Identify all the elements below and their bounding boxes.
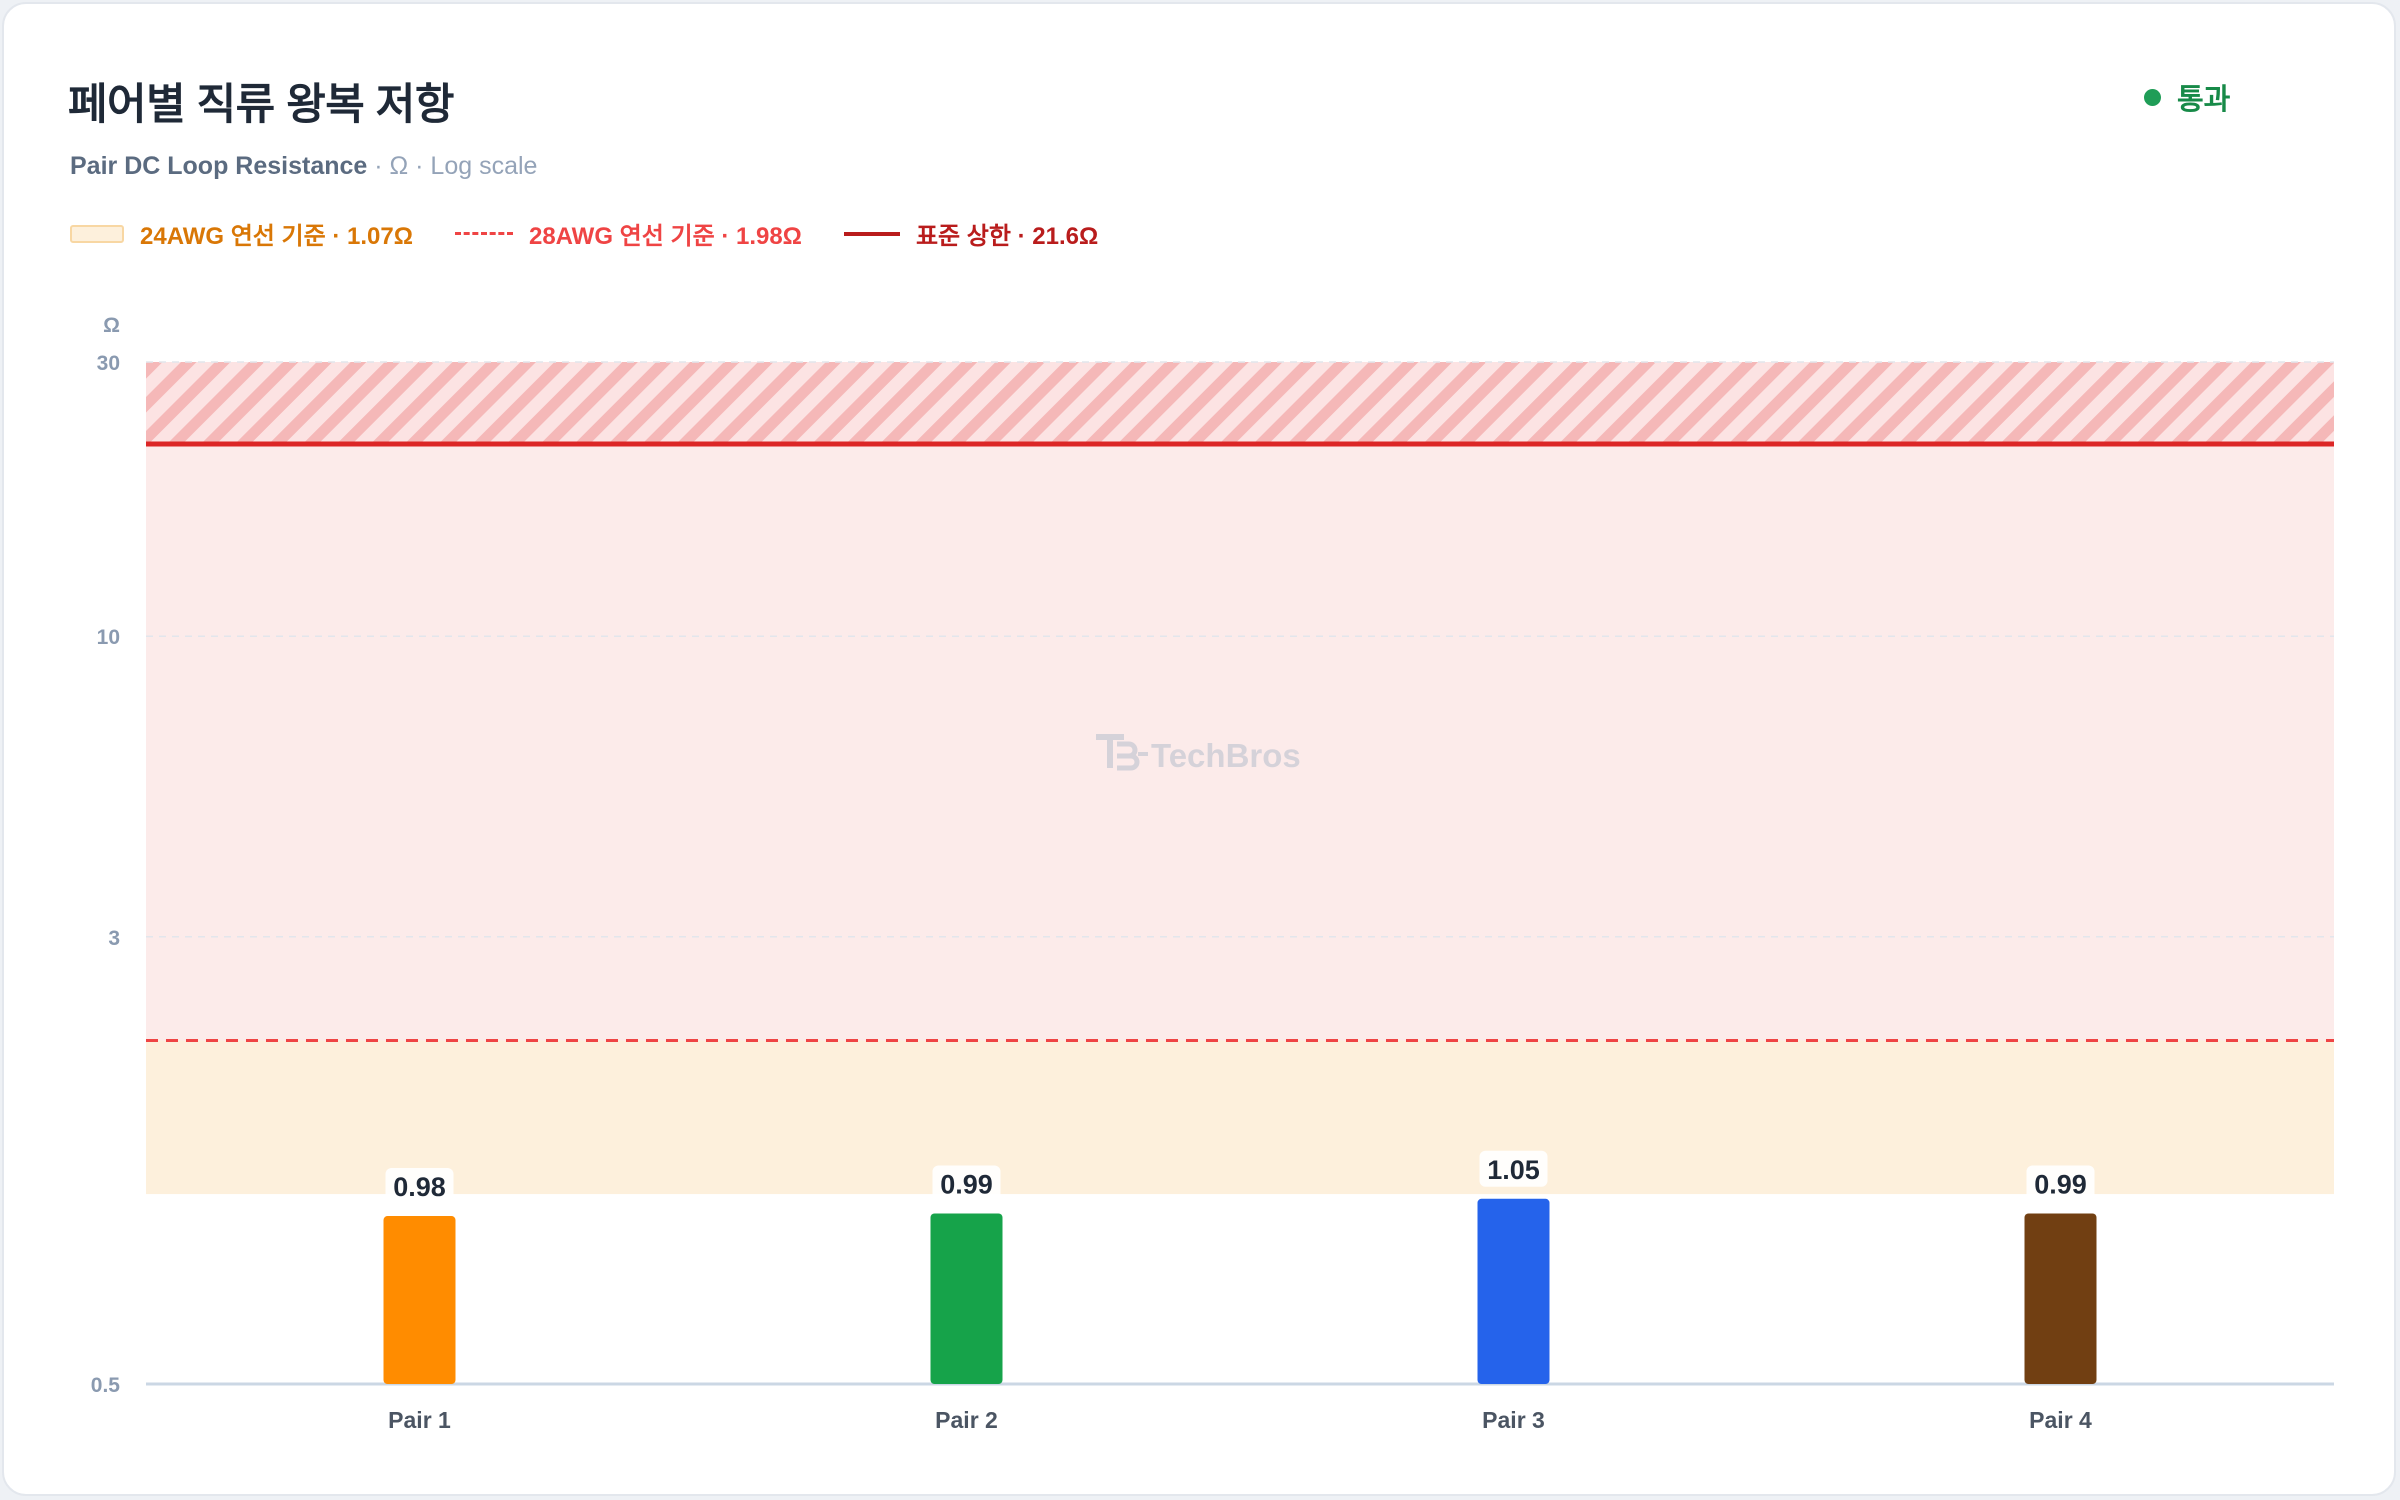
exceed-zone-band: [146, 362, 2334, 444]
y-tick-label: 3: [108, 927, 120, 950]
bar-pair-1: [383, 1216, 456, 1384]
y-tick-label: 0.5: [91, 1374, 121, 1397]
bar-pair-4: [2024, 1213, 2097, 1384]
bar-pair-2: [930, 1213, 1003, 1384]
data-label: 0.98: [393, 1172, 446, 1202]
y-axis-unit-label: Ω: [103, 314, 120, 337]
bar-pair-3: [1477, 1198, 1550, 1384]
awg24-zone-band: [146, 1040, 2334, 1195]
y-tick-label: 10: [97, 626, 120, 649]
x-tick-label: Pair 4: [2029, 1407, 2092, 1433]
y-tick-label: 30: [97, 352, 120, 375]
x-tick-label: Pair 1: [388, 1407, 451, 1433]
watermark-text: TechBros: [1151, 737, 1301, 774]
data-label: 0.99: [940, 1169, 993, 1199]
data-label: 0.99: [2034, 1169, 2087, 1199]
data-label: 1.05: [1487, 1155, 1540, 1185]
x-tick-label: Pair 3: [1482, 1407, 1545, 1433]
chart-plot: Ω TechBros 0.98 0.99 1.05 0.99 0.5 3 10 30 Pai…: [91, 314, 2334, 1433]
x-tick-label: Pair 2: [935, 1407, 998, 1433]
